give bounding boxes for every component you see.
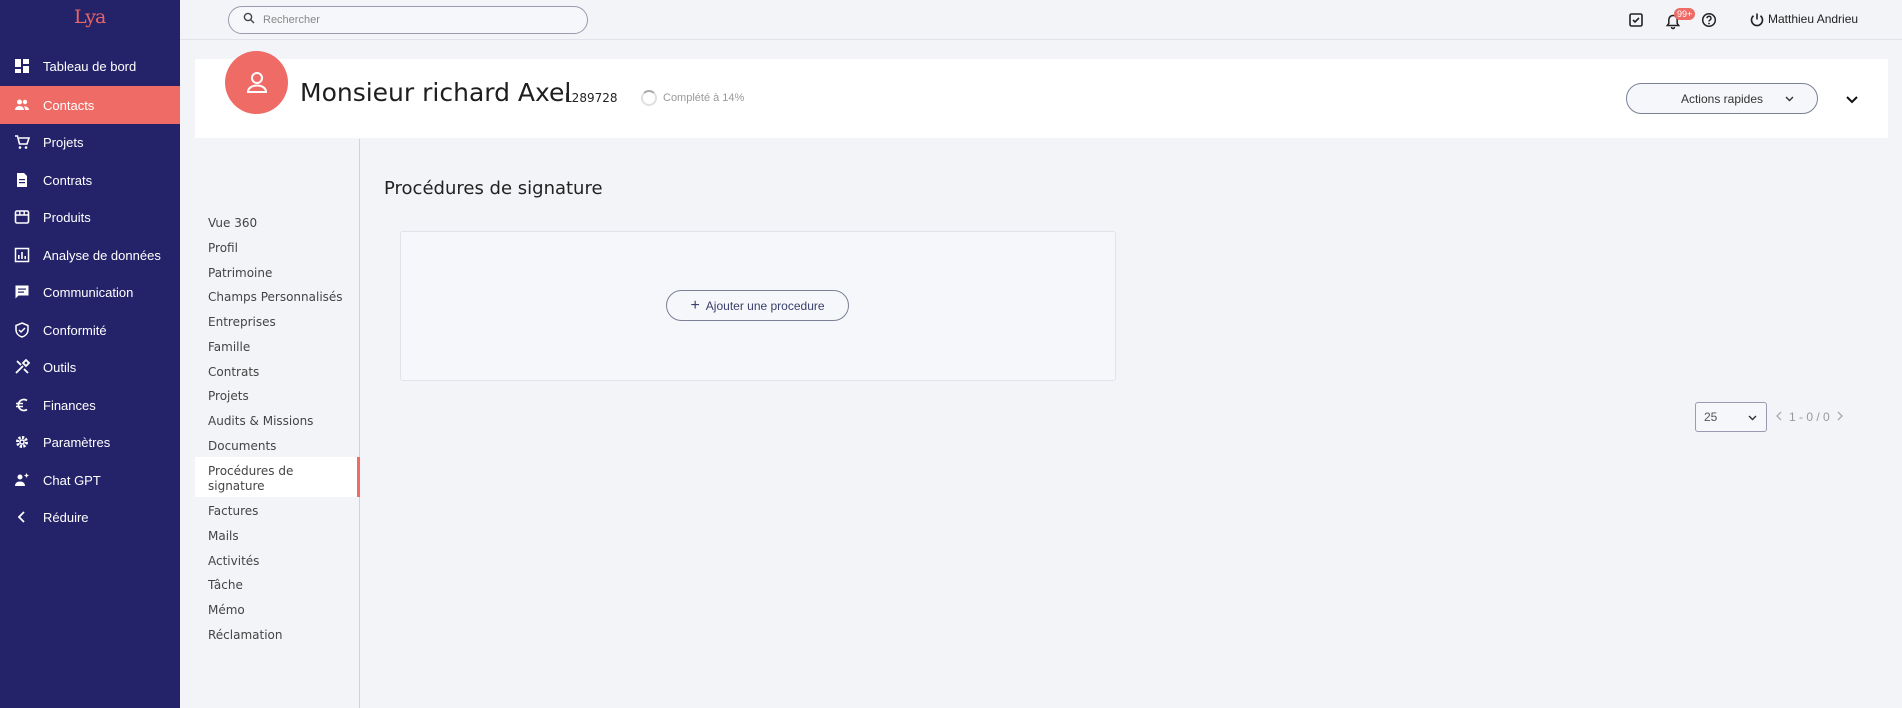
subnav-item-tache[interactable]: Tâche (208, 578, 243, 592)
expand-header-button[interactable] (1844, 91, 1860, 112)
subnav-item-vue-360[interactable]: Vue 360 (208, 216, 257, 230)
help-icon[interactable] (1700, 11, 1718, 29)
chevron-down-icon (1784, 93, 1795, 107)
contact-name: Monsieur richard Axel (300, 78, 572, 107)
chevron-left-icon[interactable] (1775, 410, 1783, 424)
sidebar-item-produits[interactable]: Produits (0, 198, 180, 236)
add-procedure-label: Ajouter une procedure (705, 298, 825, 313)
chevron-down-icon (1747, 412, 1758, 426)
sidebar-item-contacts[interactable]: Contacts (0, 86, 180, 124)
quick-actions-button[interactable]: Actions rapides (1626, 83, 1818, 114)
sidebar-item-parametres[interactable]: Paramètres (0, 423, 180, 461)
document-icon (14, 172, 30, 188)
sidebar-item-label: Outils (43, 359, 77, 375)
page-size-value: 25 (1704, 410, 1718, 424)
sidebar-item-label: Tableau de bord (43, 58, 137, 74)
sidebar-item-chat-gpt[interactable]: Chat GPT (0, 461, 180, 499)
subnav-item-famille[interactable]: Famille (208, 340, 250, 354)
sidebar-item-finances[interactable]: Finances (0, 386, 180, 424)
subnav-item-patrimoine[interactable]: Patrimoine (208, 266, 272, 280)
sidebar-item-label: Projets (43, 134, 84, 150)
page-size-select[interactable]: 25 (1695, 402, 1767, 432)
progress-ring-icon (641, 90, 657, 106)
tasks-checkbox-icon[interactable] (1627, 11, 1645, 29)
sidebar-item-label: Chat GPT (43, 472, 101, 488)
sidebar-item-label: Finances (43, 397, 96, 413)
search-input[interactable] (263, 14, 563, 26)
subnav-item-procedures-signature[interactable]: Procédures de (208, 464, 293, 478)
subnav-item-memo[interactable]: Mémo (208, 603, 245, 617)
pagination-text: 1 - 0 / 0 (1789, 410, 1830, 424)
euro-icon (14, 397, 30, 413)
notification-badge: 99+ (1674, 8, 1696, 20)
subnav-item-audits-missions[interactable]: Audits & Missions (208, 414, 313, 428)
power-icon[interactable] (1748, 11, 1766, 29)
chevron-down-icon (1846, 96, 1858, 104)
ai-icon (14, 472, 30, 488)
subnav-item-activites[interactable]: Activités (208, 554, 259, 568)
sidebar-item-outils[interactable]: Outils (0, 348, 180, 386)
tools-icon (14, 359, 30, 375)
subnav-item-procedures-signature-line2[interactable]: signature (208, 479, 265, 493)
completion-indicator: Complété à 14% (641, 90, 744, 106)
sidebar-item-label: Conformité (43, 322, 107, 338)
chart-icon (14, 247, 30, 263)
gear-icon (14, 434, 30, 450)
user-name[interactable]: Matthieu Andrieu (1768, 12, 1858, 26)
subnav-item-champs-personnalises[interactable]: Champs Personnalisés (208, 290, 343, 304)
chevron-left-icon (14, 509, 30, 525)
quick-actions-label: Actions rapides (1680, 91, 1764, 106)
people-icon (14, 97, 30, 113)
sidebar-item-label: Communication (43, 284, 134, 300)
dashboard-icon (14, 58, 30, 74)
chevron-right-icon[interactable] (1836, 410, 1844, 424)
sidebar-item-tableau-de-bord[interactable]: Tableau de bord (0, 47, 180, 85)
sidebar-item-contrats[interactable]: Contrats (0, 161, 180, 199)
completion-text: Complété à 14% (663, 92, 745, 104)
subnav-item-projets[interactable]: Projets (208, 389, 249, 403)
subnav-item-reclamation[interactable]: Réclamation (208, 628, 283, 642)
sidebar-item-label: Contrats (43, 172, 93, 188)
store-icon (14, 209, 30, 225)
pagination: 1 - 0 / 0 (1772, 410, 1847, 424)
app-logo[interactable]: Lya (74, 6, 106, 28)
sidebar-item-analyse[interactable]: Analyse de données (0, 236, 180, 274)
message-icon (14, 284, 30, 300)
search-box[interactable] (228, 6, 588, 34)
avatar (225, 51, 288, 114)
subnav-item-contrats[interactable]: Contrats (208, 365, 259, 379)
person-icon (246, 71, 267, 93)
sidebar-item-label: Réduire (43, 509, 89, 525)
subnav-item-mails[interactable]: Mails (208, 529, 239, 543)
page-title: Procédures de signature (384, 178, 603, 199)
sidebar-item-label: Paramètres (43, 434, 111, 450)
plus-icon: + (690, 296, 700, 314)
subnav-item-documents[interactable]: Documents (208, 439, 276, 453)
sidebar-item-label: Analyse de données (43, 247, 161, 263)
subnav-divider (359, 139, 360, 708)
sidebar-item-projets[interactable]: Projets (0, 123, 180, 161)
sidebar-item-communication[interactable]: Communication (0, 273, 180, 311)
add-procedure-button[interactable]: + Ajouter une procedure (666, 290, 849, 321)
cart-icon (14, 134, 30, 150)
sidebar-item-conformite[interactable]: Conformité (0, 311, 180, 349)
sidebar-item-label: Contacts (43, 97, 95, 113)
subnav-item-factures[interactable]: Factures (208, 504, 258, 518)
subnav-item-profil[interactable]: Profil (208, 241, 238, 255)
search-icon (243, 11, 255, 29)
shield-check-icon (14, 322, 30, 338)
contact-id: L289728 (565, 91, 618, 105)
subnav-item-entreprises[interactable]: Entreprises (208, 315, 276, 329)
sidebar-item-reduire[interactable]: Réduire (0, 498, 180, 536)
sidebar: Lya Tableau de bord Contacts Projets Con… (0, 0, 180, 708)
sidebar-item-label: Produits (43, 209, 91, 225)
